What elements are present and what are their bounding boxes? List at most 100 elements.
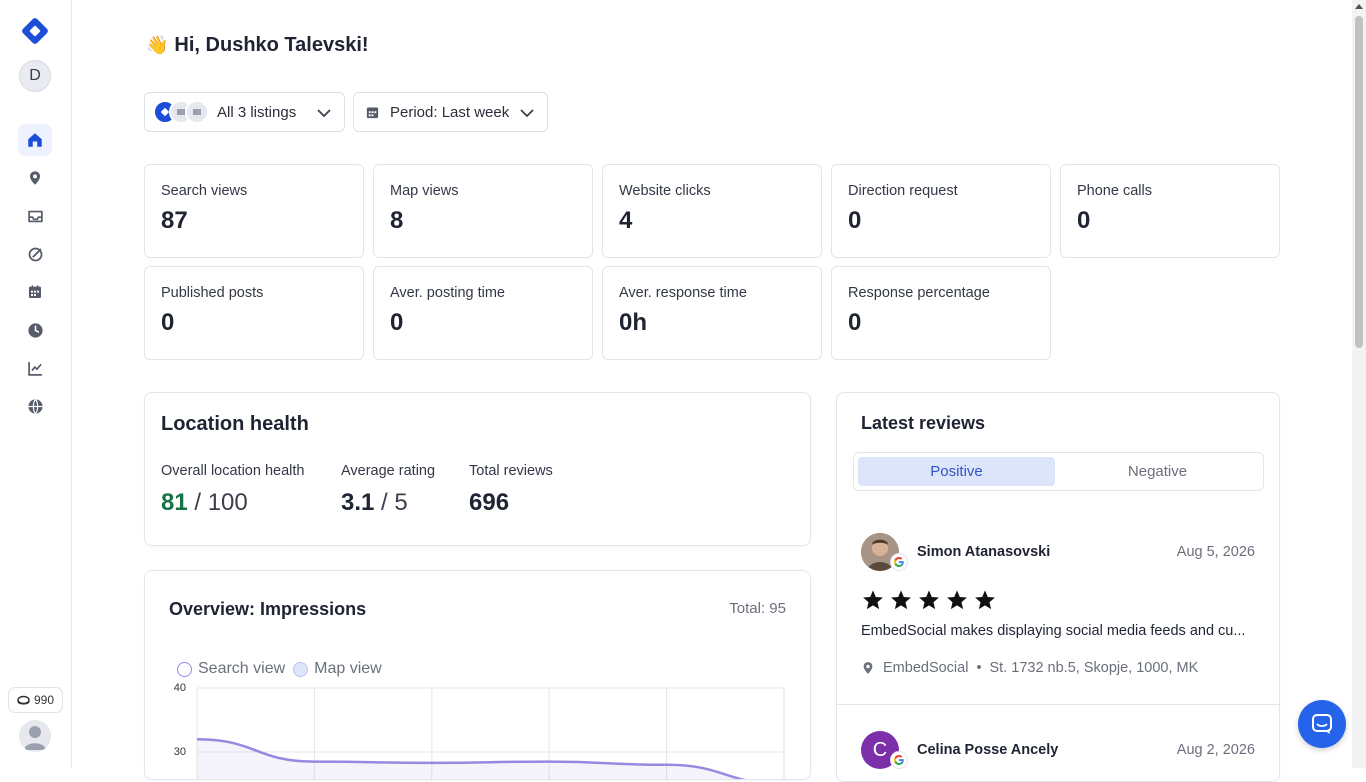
impressions-total: Total: 95: [729, 600, 786, 617]
sidebar: D 990: [0, 0, 72, 768]
scroll-up-arrow[interactable]: [1355, 4, 1363, 9]
stat-label: Aver. response time: [619, 285, 747, 301]
stat-label: Map views: [390, 183, 459, 199]
review-item[interactable]: C Celina Posse Ancely Aug 2, 2026: [837, 705, 1279, 781]
stat-value: 8: [390, 207, 404, 234]
nav-analytics[interactable]: [18, 352, 52, 384]
average-rating-value: 3.1: [341, 489, 375, 516]
stat-label: Phone calls: [1077, 183, 1152, 199]
support-chat-button[interactable]: [1298, 700, 1346, 748]
latest-reviews-card: Latest reviews Positive Negative Simon A…: [836, 392, 1280, 782]
impressions-card: Overview: Impressions Total: 95 Search v…: [144, 570, 811, 780]
inbox-icon: [27, 210, 43, 222]
review-item[interactable]: Simon Atanasovski Aug 5, 2026 EmbedSocia…: [837, 513, 1279, 705]
overall-health-label: Overall location health: [161, 463, 305, 479]
review-location: EmbedSocial • St. 1732 nb.5, Skopje, 100…: [861, 660, 1198, 676]
clock-icon: [27, 322, 43, 338]
home-icon: [28, 133, 42, 147]
stat-value: 87: [161, 207, 188, 234]
review-business: EmbedSocial: [883, 660, 969, 676]
stat-label: Response percentage: [848, 285, 990, 301]
stat-value: 0: [848, 207, 862, 234]
stat-label: Published posts: [161, 285, 264, 301]
overall-health-max: / 100: [194, 489, 248, 516]
nav-locations[interactable]: [18, 162, 52, 194]
user-avatar[interactable]: [19, 720, 51, 752]
overall-health-value: 81: [161, 489, 188, 516]
nav-inbox[interactable]: [18, 200, 52, 232]
stat-label: Aver. posting time: [390, 285, 505, 301]
average-rating: Average rating 3.1 / 5: [341, 463, 435, 517]
review-tabs: Positive Negative: [853, 452, 1264, 491]
stat-direction-request: Direction request 0: [831, 164, 1051, 258]
location-pin-icon: [863, 662, 873, 674]
tab-positive[interactable]: Positive: [858, 457, 1055, 486]
coins-icon: [17, 695, 30, 705]
separator-dot: •: [976, 660, 982, 676]
review-address: St. 1732 nb.5, Skopje, 1000, MK: [989, 660, 1199, 676]
app-logo[interactable]: [19, 15, 51, 47]
listing-avatars: [153, 100, 211, 124]
stat-value: 0: [1077, 207, 1091, 234]
credits-badge[interactable]: 990: [8, 687, 63, 713]
stat-value: 0: [848, 309, 862, 336]
google-icon: [890, 751, 908, 769]
stat-response-time: Aver. response time 0h: [602, 266, 822, 360]
stat-phone-calls: Phone calls 0: [1060, 164, 1280, 258]
nav-websites[interactable]: [18, 390, 52, 422]
tab-negative[interactable]: Negative: [1059, 457, 1256, 486]
globe-icon: [27, 398, 43, 414]
nav-posts[interactable]: [18, 238, 52, 270]
stat-value: 0h: [619, 309, 648, 336]
page-title: 👋 Hi, Dushko Talevski!: [146, 34, 369, 57]
workspace-avatar[interactable]: D: [19, 60, 51, 92]
stat-label: Direction request: [848, 183, 958, 199]
wave-icon: 👋: [146, 35, 169, 55]
chevron-down-icon: [317, 109, 331, 118]
period-dropdown[interactable]: Period: Last week: [353, 92, 548, 132]
total-reviews: Total reviews 696: [469, 463, 553, 517]
overall-health: Overall location health 81 / 100: [161, 463, 304, 517]
user-icon: [24, 726, 46, 750]
location-health-title: Location health: [161, 413, 309, 435]
y-tick-label: 40: [174, 682, 186, 694]
total-reviews-label: Total reviews: [469, 463, 553, 479]
calendar-icon: [366, 107, 379, 118]
stat-value: 0: [390, 309, 404, 336]
credits-count: 990: [33, 693, 55, 707]
listings-label: All 3 listings: [217, 103, 297, 121]
chevron-down-icon: [520, 109, 534, 118]
star-icon: [947, 590, 967, 610]
star-icon: [975, 590, 995, 610]
nav-schedule[interactable]: [18, 314, 52, 346]
y-tick-label: 30: [174, 746, 186, 758]
star-icon: [863, 590, 883, 610]
location-health-card: Location health Overall location health …: [144, 392, 811, 546]
impressions-title: Overview: Impressions: [169, 599, 367, 619]
nav-calendar[interactable]: [18, 276, 52, 308]
nav-home[interactable]: [18, 124, 52, 156]
google-icon: [890, 553, 908, 571]
reviewer-name: Simon Atanasovski: [917, 544, 1051, 560]
average-rating-max: / 5: [381, 489, 408, 516]
stat-website-clicks: Website clicks 4: [602, 164, 822, 258]
listing-store-icon: [185, 100, 209, 124]
listings-dropdown[interactable]: All 3 listings: [144, 92, 345, 132]
scrollbar-thumb[interactable]: [1355, 16, 1363, 348]
total-reviews-value: 696: [469, 489, 510, 516]
average-rating-label: Average rating: [341, 463, 436, 479]
stat-label: Search views: [161, 183, 248, 199]
stat-label: Website clicks: [619, 183, 711, 199]
stat-published-posts: Published posts 0: [144, 266, 364, 360]
stat-value: 0: [161, 309, 175, 336]
calendar-icon: [29, 285, 41, 298]
stat-value: 4: [619, 207, 633, 234]
reviewer-name: Celina Posse Ancely: [917, 742, 1059, 758]
page-scrollbar[interactable]: [1352, 0, 1366, 768]
stat-map-views: Map views 8: [373, 164, 593, 258]
location-pin-icon: [30, 171, 40, 185]
stat-search-views: Search views 87: [144, 164, 364, 258]
latest-reviews-title: Latest reviews: [861, 413, 986, 433]
impressions-chart: 40 30: [174, 682, 785, 779]
review-text: EmbedSocial makes displaying social medi…: [861, 623, 1246, 639]
